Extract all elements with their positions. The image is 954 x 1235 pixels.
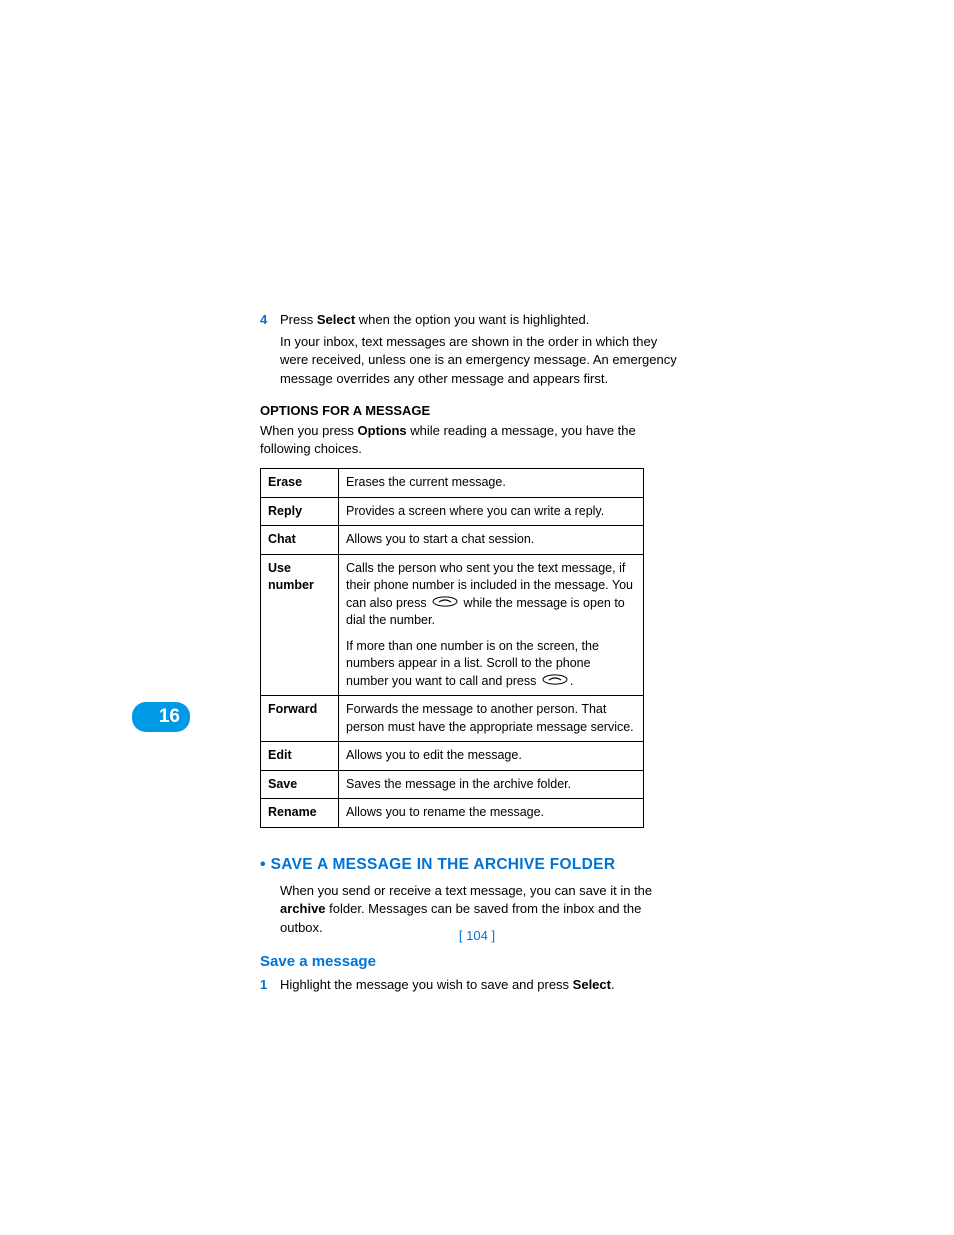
options-heading: OPTIONS FOR A MESSAGE [260,402,680,420]
sub-section-heading: Save a message [260,951,680,972]
option-label: Use number [261,554,339,696]
step-1: 1 Highlight the message you wish to save… [280,976,680,994]
option-desc: Provides a screen where you can write a … [339,497,644,526]
table-row: Forward Forwards the message to another … [261,696,644,742]
table-row: Use number Calls the person who sent you… [261,554,644,696]
table-row: Reply Provides a screen where you can wr… [261,497,644,526]
option-label: Chat [261,526,339,555]
option-label: Rename [261,799,339,828]
chapter-number: 16 [159,706,180,728]
option-desc: Calls the person who sent you the text m… [339,554,644,696]
step-text: Highlight the message you wish to save a… [280,976,680,994]
table-row: Save Saves the message in the archive fo… [261,770,644,799]
section-heading: • SAVE A MESSAGE IN THE ARCHIVE FOLDER [260,854,680,876]
chapter-tab: 16 [132,702,190,732]
options-intro: When you press Options while reading a m… [260,422,680,458]
bullet-icon: • [260,856,271,873]
option-desc: Allows you to rename the message. [339,799,644,828]
table-row: Rename Allows you to rename the message. [261,799,644,828]
page-number: [ 104 ] [0,928,954,943]
step-note: In your inbox, text messages are shown i… [280,333,680,388]
option-label: Erase [261,469,339,498]
option-desc: Forwards the message to another person. … [339,696,644,742]
table-row: Erase Erases the current message. [261,469,644,498]
call-key-icon [542,673,568,691]
option-desc: Allows you to edit the message. [339,742,644,771]
option-label: Forward [261,696,339,742]
option-desc: Erases the current message. [339,469,644,498]
step-4: 4 Press Select when the option you want … [280,311,680,329]
option-desc: Allows you to start a chat session. [339,526,644,555]
page-content: 4 Press Select when the option you want … [280,311,680,998]
options-table: Erase Erases the current message. Reply … [260,468,644,828]
option-desc: Saves the message in the archive folder. [339,770,644,799]
table-row: Edit Allows you to edit the message. [261,742,644,771]
option-label: Save [261,770,339,799]
step-number: 4 [260,311,280,329]
table-row: Chat Allows you to start a chat session. [261,526,644,555]
option-label: Edit [261,742,339,771]
step-number: 1 [260,976,280,994]
step-text: Press Select when the option you want is… [280,311,680,329]
option-label: Reply [261,497,339,526]
call-key-icon [432,595,458,613]
